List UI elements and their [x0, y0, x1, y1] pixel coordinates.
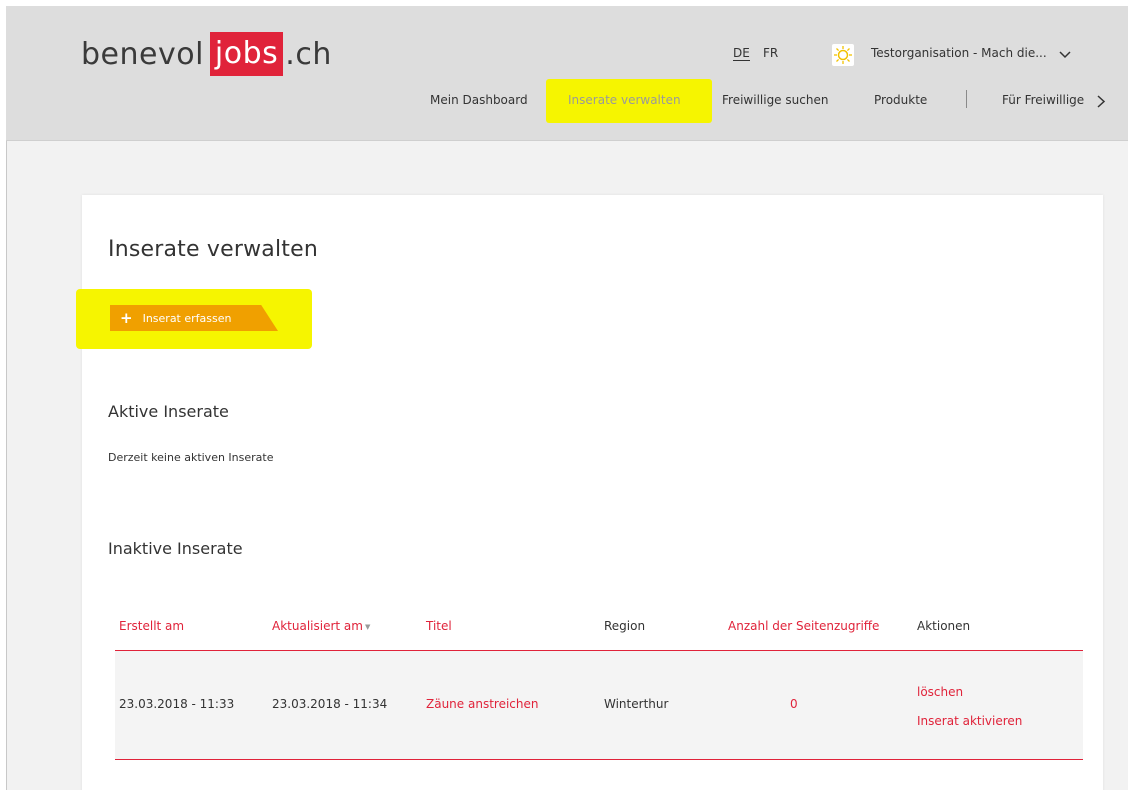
- content-card: Inserate verwalten + Inserat erfassen Ak…: [76, 195, 1103, 790]
- table-bottom-divider: [115, 759, 1083, 760]
- logo-part-jobs: jobs: [209, 32, 284, 76]
- active-listings-heading: Aktive Inserate: [108, 402, 229, 421]
- page-title: Inserate verwalten: [108, 237, 319, 262]
- active-listings-empty-text: Derzeit keine aktiven Inserate: [108, 451, 274, 464]
- column-header-created[interactable]: Erstellt am: [119, 619, 184, 633]
- column-header-actions: Aktionen: [917, 619, 971, 633]
- column-header-updated-label: Aktualisiert am: [272, 619, 363, 633]
- benevoljobs-logo[interactable]: benevol jobs .ch: [81, 32, 332, 76]
- activate-listing-link[interactable]: Inserat aktivieren: [917, 714, 1022, 728]
- table-row: [115, 651, 1083, 759]
- inactive-listings-heading: Inaktive Inserate: [108, 539, 243, 558]
- cell-title-link[interactable]: Zäune anstreichen: [426, 697, 538, 711]
- cell-views: 0: [790, 697, 798, 711]
- plus-icon: +: [120, 308, 133, 327]
- organization-logo: [832, 44, 854, 66]
- chevron-right-icon[interactable]: [1096, 93, 1106, 112]
- add-listing-button-label: Inserat erfassen: [142, 311, 232, 325]
- column-header-title[interactable]: Titel: [426, 619, 452, 633]
- nav-fuer-freiwillige[interactable]: Für Freiwillige: [1002, 93, 1084, 107]
- language-fr-link[interactable]: FR: [763, 46, 778, 60]
- cell-region: Winterthur: [604, 697, 669, 711]
- nav-inserate-verwalten[interactable]: Inserate verwalten: [568, 93, 681, 107]
- nav-separator: [966, 90, 967, 108]
- nav-freiwillige-suchen[interactable]: Freiwillige suchen: [722, 93, 828, 107]
- delete-listing-link[interactable]: löschen: [917, 685, 963, 699]
- column-header-region: Region: [604, 619, 646, 633]
- site-header: benevol jobs .ch DE FR Testorganisation …: [6, 6, 1128, 141]
- nav-produkte[interactable]: Produkte: [874, 93, 927, 107]
- logo-part-benevol: benevol: [81, 36, 204, 72]
- cell-updated: 23.03.2018 - 11:34: [272, 697, 388, 711]
- browser-viewport: benevol jobs .ch DE FR Testorganisation …: [6, 6, 1128, 790]
- sort-desc-icon: ▼: [364, 622, 371, 631]
- nav-mein-dashboard[interactable]: Mein Dashboard: [430, 93, 528, 107]
- sun-icon: [834, 46, 852, 64]
- chevron-down-icon[interactable]: [1059, 45, 1071, 64]
- language-de-link[interactable]: DE: [733, 46, 750, 61]
- organization-name[interactable]: Testorganisation - Mach die...: [871, 46, 1047, 60]
- logo-part-ch: .ch: [285, 36, 332, 72]
- add-listing-button[interactable]: + Inserat erfassen: [110, 305, 278, 331]
- column-header-views[interactable]: Anzahl der Seitenzugriffe: [728, 619, 879, 633]
- cell-created: 23.03.2018 - 11:33: [119, 697, 235, 711]
- column-header-updated[interactable]: Aktualisiert am ▼: [272, 619, 370, 633]
